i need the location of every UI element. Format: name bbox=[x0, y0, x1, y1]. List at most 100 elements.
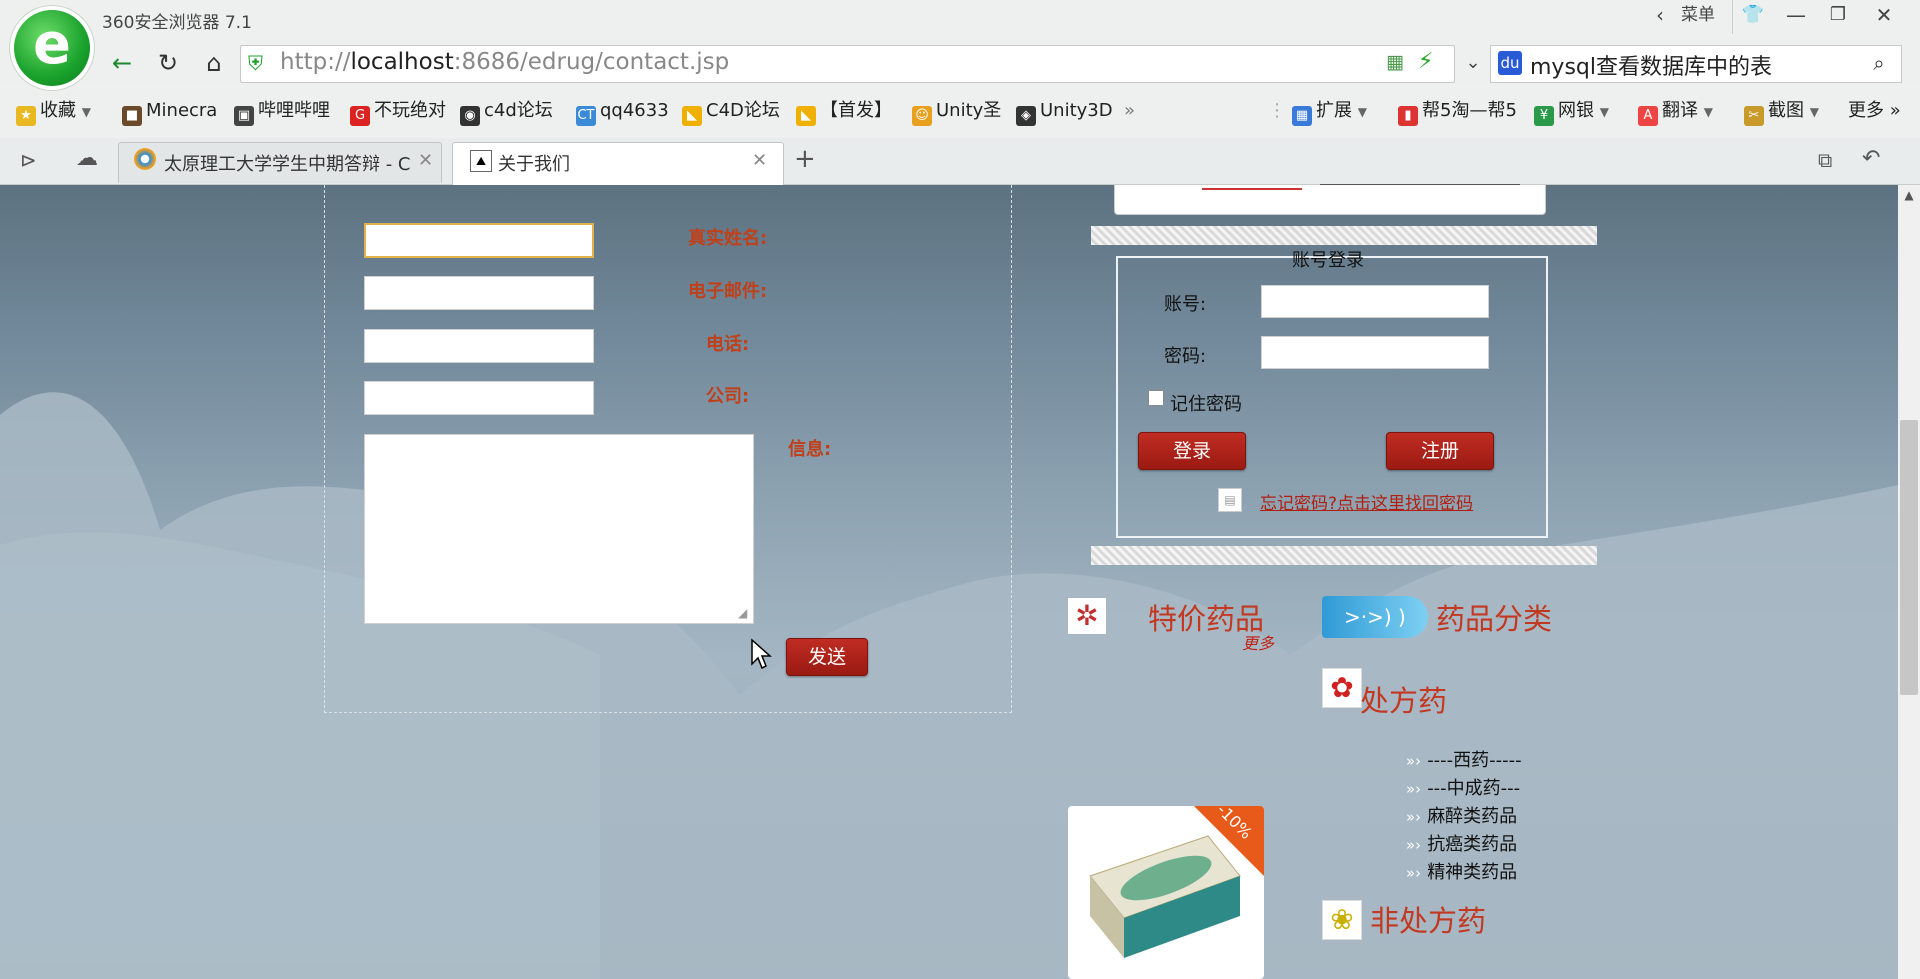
close-tab-icon[interactable]: ✕ bbox=[752, 150, 767, 171]
maximize-icon[interactable]: ❐ bbox=[1818, 0, 1858, 34]
search-icon[interactable]: ⌕ bbox=[1866, 50, 1892, 76]
undo-close-icon[interactable]: ↶ bbox=[1862, 146, 1880, 171]
email-label: 电子邮件: bbox=[688, 281, 768, 302]
bookmark-item[interactable]: ◈ Unity3D bbox=[1016, 98, 1113, 126]
rx-item[interactable]: »› ---中成药--- bbox=[1406, 774, 1520, 800]
mouse-cursor-icon bbox=[751, 638, 772, 670]
forgot-password-link[interactable]: 忘记密码?点击这里找回密码 bbox=[1260, 489, 1473, 514]
bookmark-item[interactable]: ◣ C4D论坛 bbox=[682, 98, 780, 126]
refresh-icon[interactable]: ↻ bbox=[150, 45, 186, 81]
toolbar-more[interactable]: 更多 » bbox=[1848, 98, 1901, 124]
sidebar-toggle-icon[interactable]: ⊳ bbox=[20, 148, 37, 172]
remember-label: 记住密码 bbox=[1170, 394, 1242, 415]
scroll-up-icon[interactable]: ▲ bbox=[1900, 188, 1918, 204]
remember-checkbox[interactable] bbox=[1148, 390, 1164, 406]
login-button[interactable]: 登录 bbox=[1138, 432, 1246, 470]
send-button[interactable]: 发送 bbox=[786, 638, 868, 676]
password-field[interactable] bbox=[1261, 336, 1489, 369]
account-field[interactable] bbox=[1261, 285, 1489, 318]
speed-mode-icon[interactable]: ⚡ bbox=[1418, 50, 1438, 74]
page-favicon-icon: ⛰ bbox=[470, 150, 492, 172]
tab-label: 关于我们 bbox=[498, 154, 570, 175]
resize-handle-icon[interactable]: ◢ bbox=[738, 606, 747, 620]
rx-item[interactable]: »› 精神类药品 bbox=[1406, 858, 1517, 884]
security-shield-icon[interactable]: ⛨ bbox=[248, 52, 268, 74]
double-chevron-icon: »› bbox=[1406, 864, 1422, 882]
double-chevron-icon: »› bbox=[1406, 836, 1422, 854]
scissors-icon: ✂ bbox=[1744, 106, 1764, 126]
document-icon: ▤ bbox=[1218, 488, 1242, 512]
unity-icon: ☺ bbox=[912, 106, 932, 126]
bookmark-item[interactable]: ◉ c4d论坛 bbox=[460, 98, 553, 126]
game-icon: G bbox=[350, 106, 370, 126]
toolbar-extensions[interactable]: ▦ 扩展 ▼ bbox=[1292, 98, 1367, 126]
bookmark-item[interactable]: ☺ Unity圣 bbox=[912, 98, 1001, 126]
forum-icon: ◣ bbox=[796, 106, 816, 126]
bookmark-item[interactable]: ■ Minecra bbox=[122, 98, 217, 126]
rx-title: 处方药 bbox=[1360, 684, 1448, 718]
baidu-icon[interactable]: du bbox=[1498, 51, 1522, 75]
skin-icon[interactable]: 👕 bbox=[1732, 0, 1773, 34]
tab-list-icon[interactable]: ⧉ bbox=[1818, 148, 1832, 172]
rx-item[interactable]: »› 麻醉类药品 bbox=[1406, 802, 1517, 828]
toolbar-screenshot[interactable]: ✂ 截图 ▼ bbox=[1744, 98, 1819, 126]
more-bookmarks-icon[interactable]: » bbox=[1124, 98, 1135, 124]
minimize-icon[interactable]: — bbox=[1776, 0, 1816, 34]
bookmark-item[interactable]: ▣ 哔哩哔哩 bbox=[234, 98, 330, 126]
bang5-icon: ▮ bbox=[1398, 106, 1418, 126]
rx-item[interactable]: »› 抗癌类药品 bbox=[1406, 830, 1517, 856]
bookmark-item[interactable]: G 不玩绝对 bbox=[350, 98, 446, 126]
new-tab-button[interactable]: + bbox=[794, 144, 816, 174]
forum-icon: ◣ bbox=[682, 106, 702, 126]
cloud-icon[interactable]: ☁ bbox=[76, 146, 98, 171]
company-field[interactable] bbox=[364, 381, 594, 415]
menu-button[interactable]: 菜单 bbox=[1676, 0, 1720, 34]
decorative-stripe bbox=[1091, 226, 1597, 245]
chevron-left-icon[interactable]: ‹ bbox=[1648, 0, 1672, 34]
chevron-down-icon[interactable]: ⌄ bbox=[1458, 48, 1488, 78]
url-text[interactable]: http://localhost:8686/edrug/contact.jsp bbox=[280, 49, 729, 75]
login-title: 账号登录 bbox=[1292, 250, 1364, 271]
browser-title-bar bbox=[0, 0, 1920, 40]
flower-icon: ✲ bbox=[1068, 598, 1106, 634]
toolbar-bang5[interactable]: ▮ 帮5淘—帮5 bbox=[1398, 98, 1517, 126]
phone-field[interactable] bbox=[364, 329, 594, 363]
close-tab-icon[interactable]: ✕ bbox=[418, 150, 433, 171]
password-label: 密码: bbox=[1164, 346, 1207, 367]
phone-label: 电话: bbox=[706, 334, 750, 355]
bookmark-item[interactable]: CT qq4633 bbox=[576, 98, 669, 126]
tab-label: 太原理工大学学生中期答辩 - C bbox=[164, 154, 411, 175]
toolbar-translate[interactable]: A 翻译 ▼ bbox=[1638, 98, 1713, 126]
otc-title: 非处方药 bbox=[1370, 904, 1487, 938]
name-label: 真实姓名: bbox=[688, 228, 768, 249]
double-chevron-icon: »› bbox=[1406, 752, 1422, 770]
category-title: 药品分类 bbox=[1436, 602, 1553, 636]
news-link-remnant[interactable] bbox=[1202, 174, 1302, 190]
toolbar-bank[interactable]: ¥ 网银 ▼ bbox=[1534, 98, 1609, 126]
email-field[interactable] bbox=[364, 276, 594, 310]
back-arrow-icon[interactable]: ← bbox=[104, 45, 140, 81]
qr-code-icon[interactable]: ▦ bbox=[1386, 52, 1406, 72]
ct-icon: CT bbox=[576, 106, 596, 126]
account-label: 账号: bbox=[1164, 294, 1207, 315]
bookmark-item[interactable]: ◣ 【首发】 bbox=[796, 98, 892, 126]
search-input[interactable]: mysql查看数据库中的表 bbox=[1530, 49, 1772, 81]
message-textarea[interactable] bbox=[364, 434, 754, 624]
chevron-down-icon: ▼ bbox=[1703, 105, 1713, 119]
company-label: 公司: bbox=[706, 386, 750, 407]
close-window-icon[interactable]: ✕ bbox=[1864, 0, 1904, 34]
name-field[interactable] bbox=[364, 223, 594, 258]
rx-item[interactable]: »› ----西药----- bbox=[1406, 746, 1522, 772]
browser-title: 360安全浏览器 7.1 bbox=[102, 13, 252, 33]
chevron-down-icon: ▼ bbox=[81, 105, 91, 119]
sun-flower-icon: ❀ bbox=[1322, 900, 1362, 940]
category-arrow-icon: >·>) ) bbox=[1322, 596, 1428, 638]
register-button[interactable]: 注册 bbox=[1386, 432, 1494, 470]
bookmark-favorites[interactable]: ★ 收藏 ▼ bbox=[16, 98, 91, 126]
scrollbar-thumb[interactable] bbox=[1900, 420, 1918, 695]
home-icon[interactable]: ⌂ bbox=[196, 45, 232, 81]
separator-icon: ⋮ bbox=[1268, 100, 1286, 121]
more-link[interactable]: 更多 bbox=[1242, 630, 1274, 654]
unity3d-icon: ◈ bbox=[1016, 106, 1036, 126]
bank-icon: ¥ bbox=[1534, 106, 1554, 126]
